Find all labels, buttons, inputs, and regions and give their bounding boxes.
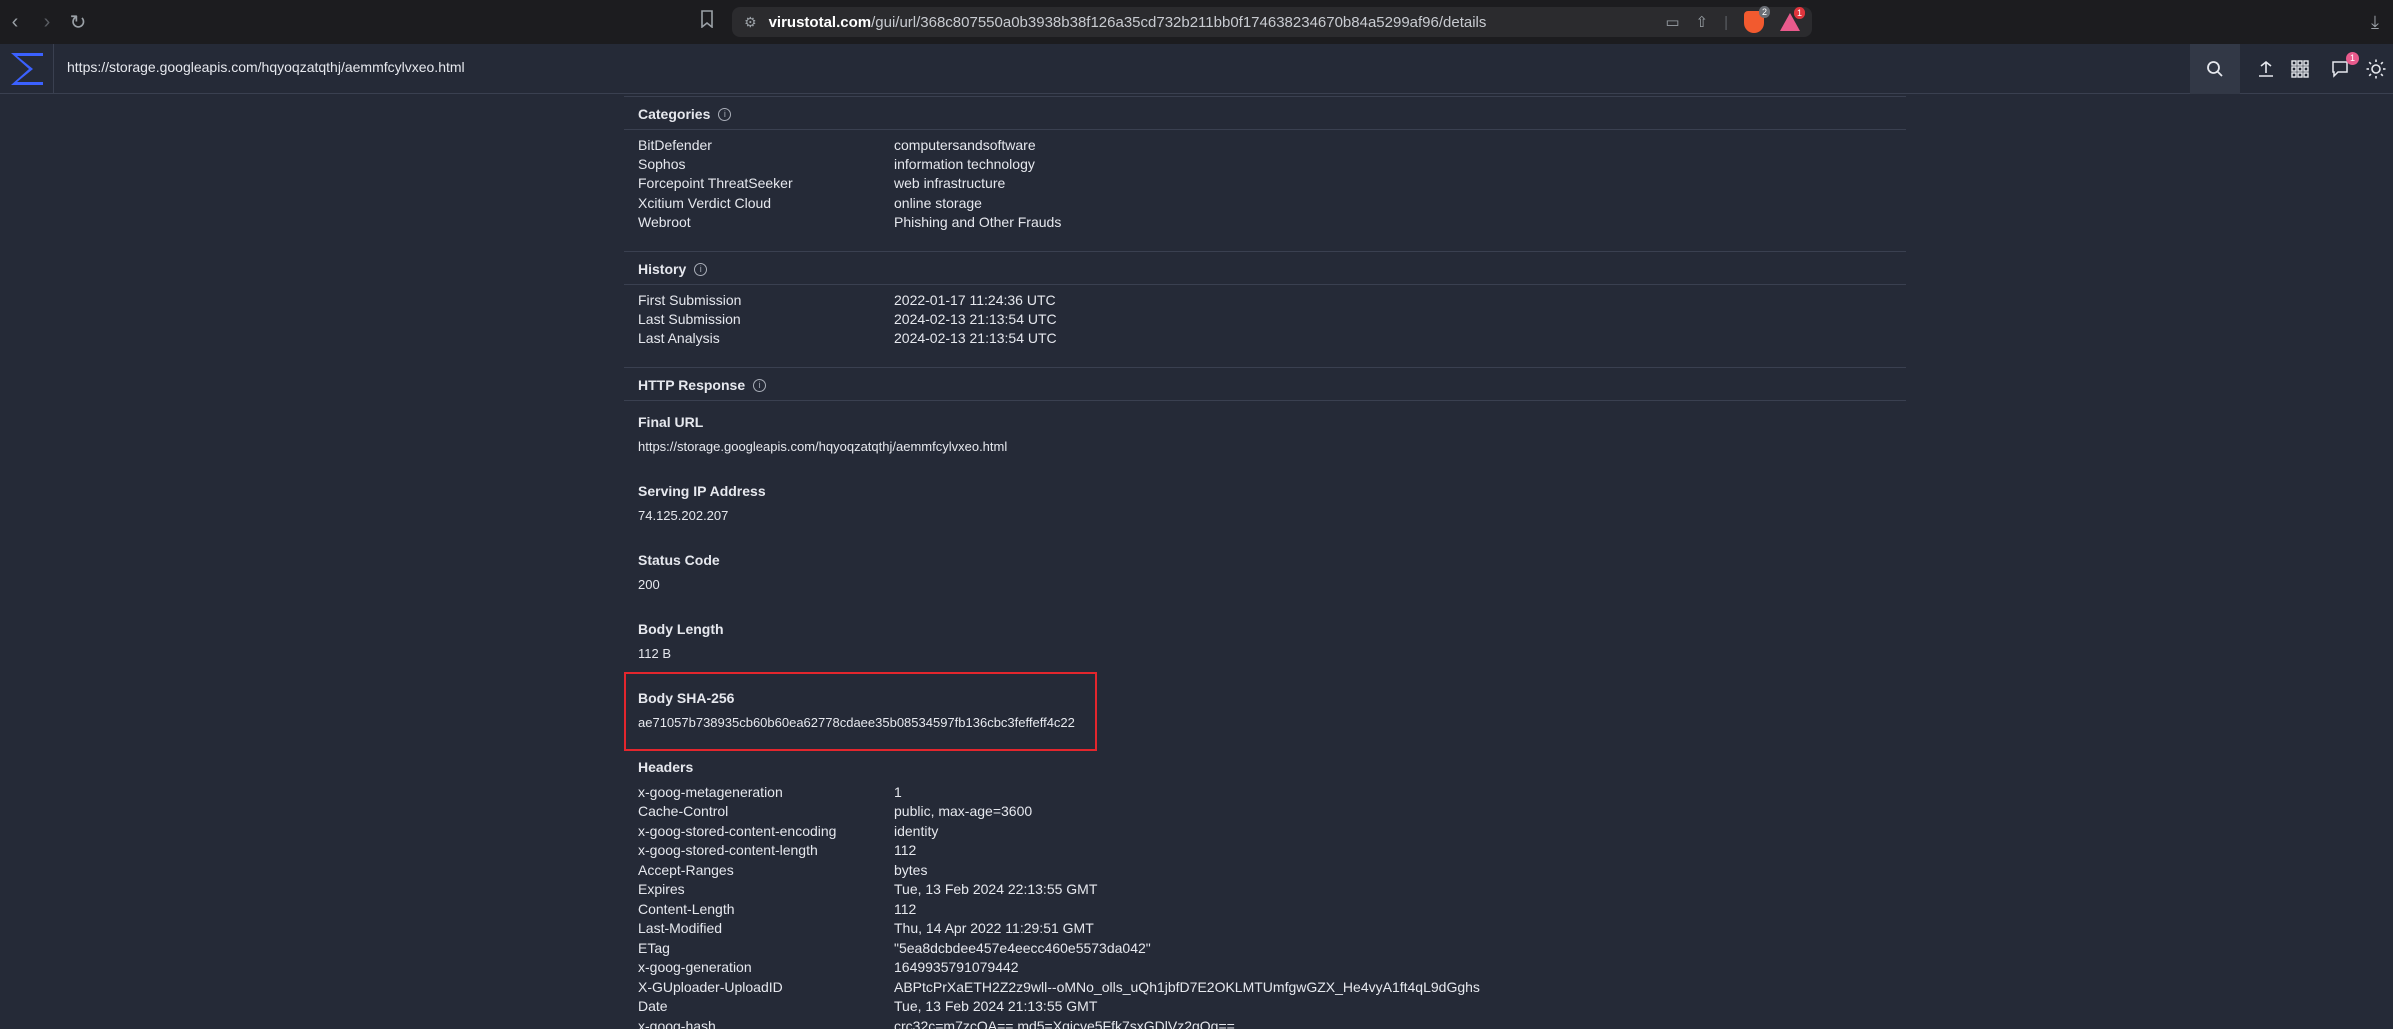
body-sha256-value[interactable]: ae71057b738935cb60b60ea62778cdaee35b0853… [638,715,1075,730]
address-url: virustotal.com/gui/url/368c807550a0b3938… [769,14,1487,31]
share-icon[interactable]: ⇧ [1696,13,1709,31]
header-value: ABPtcPrXaETH2Z2z9wll--oMNo_olls_uQh1jbfD… [894,979,1480,995]
notifications-count: 1 [2345,52,2359,65]
history-label: Last Submission [638,311,741,327]
serving-ip-value[interactable]: 74.125.202.207 [638,508,728,523]
http-response-title: HTTP Response i [638,377,767,393]
divider [624,96,1906,97]
header-value: crc32c=m7zcOA==,md5=Xqjcve5Ffk7sxGDlVz2g… [894,1018,1235,1029]
category-engine: Webroot [638,214,691,230]
header-value: "5ea8dcbdee457e4eecc460e5573da042" [894,940,1151,956]
theme-toggle-icon[interactable] [2363,56,2389,82]
history-value: 2022-01-17 11:24:36 UTC [894,292,1056,308]
header-value: 1 [894,784,902,800]
divider [624,129,1906,130]
info-icon[interactable]: i [718,107,732,121]
header-value: Tue, 13 Feb 2024 22:13:55 GMT [894,881,1098,897]
category-value: Phishing and Other Frauds [894,214,1062,230]
divider [624,251,1906,252]
shield-count: 2 [1758,6,1770,18]
url-host: virustotal.com [768,13,872,31]
apps-grid-icon[interactable] [2287,56,2313,82]
info-icon[interactable]: i [694,262,708,276]
forward-icon[interactable]: › [32,7,62,37]
highlight-box [624,672,1097,751]
final-url-value: https://storage.googleapis.com/hqyoqzatq… [638,439,1008,454]
header-key: Accept-Ranges [638,862,734,878]
category-engine: Sophos [638,156,686,172]
header-key: ETag [638,940,670,956]
address-bar[interactable]: ⚙ virustotal.com/gui/url/368c807550a0b39… [732,6,1812,37]
status-code-value: 200 [638,577,660,592]
categories-title-text: Categories [638,106,711,122]
category-value: online storage [894,195,982,211]
header-key: x-goog-hash [638,1018,716,1029]
brave-shield-icon[interactable]: 2 [1744,6,1770,33]
details-content: Categories i BitDefender computersandsof… [624,94,1906,1029]
header-key: Last-Modified [638,920,723,936]
app-header: https://storage.googleapis.com/hqyoqzatq… [0,44,2393,94]
category-engine: Forcepoint ThreatSeeker [638,175,793,191]
rewards-count: 1 [1794,7,1806,19]
virustotal-logo[interactable] [0,44,54,94]
brave-rewards-icon[interactable]: 1 [1780,7,1806,31]
headers-label: Headers [638,759,694,775]
header-key: x-goog-stored-content-encoding [638,823,837,839]
history-value: 2024-02-13 21:13:54 UTC [894,330,1057,346]
header-key: Expires [638,881,685,897]
divider [624,367,1906,368]
history-title-text: History [638,261,687,277]
bookmark-icon[interactable] [700,10,720,34]
header-key: x-goog-stored-content-length [638,842,818,858]
final-url-label: Final URL [638,414,704,430]
info-icon[interactable]: i [753,378,767,392]
header-key: X-GUploader-UploadID [638,979,783,995]
separator: | [1724,13,1728,31]
body-sha256-label: Body SHA-256 [638,690,735,706]
history-value: 2024-02-13 21:13:54 UTC [894,311,1057,327]
divider [624,400,1906,401]
history-label: Last Analysis [638,330,720,346]
body-length-label: Body Length [638,621,724,637]
header-value: Thu, 14 Apr 2022 11:29:51 GMT [894,920,1094,936]
header-value: public, max-age=3600 [894,803,1033,819]
history-title: History i [638,261,708,277]
back-icon[interactable]: ‹ [0,7,30,37]
url-path: /gui/url/368c807550a0b3938b38f126a35cd73… [871,13,1487,31]
category-value: computersandsoftware [894,137,1036,153]
divider [624,284,1906,285]
header-value: 1649935791079442 [894,959,1019,975]
header-value: 112 [894,901,917,917]
reload-icon[interactable]: ↻ [63,7,93,37]
category-engine: Xcitium Verdict Cloud [638,195,772,211]
header-key: x-goog-metageneration [638,784,783,800]
history-label: First Submission [638,292,742,308]
http-response-title-text: HTTP Response [638,377,746,393]
download-icon[interactable]: ⤓ [2371,12,2379,33]
header-value: identity [894,823,939,839]
header-value: 112 [894,842,917,858]
categories-title: Categories i [638,106,732,122]
header-key: Date [638,998,668,1014]
header-value: Tue, 13 Feb 2024 21:13:55 GMT [894,998,1098,1014]
header-value: bytes [894,862,928,878]
site-settings-icon[interactable]: ⚙ [744,14,757,31]
header-key: Content-Length [638,901,735,917]
search-input[interactable]: https://storage.googleapis.com/hqyoqzatq… [67,59,465,75]
category-value: information technology [894,156,1035,172]
header-key: Cache-Control [638,803,729,819]
upload-icon[interactable] [2253,56,2279,82]
status-code-label: Status Code [638,552,720,568]
category-engine: BitDefender [638,137,712,153]
search-icon[interactable] [2190,44,2240,94]
cast-icon[interactable]: ▭ [1665,13,1679,31]
body-length-value: 112 B [638,646,672,661]
header-key: x-goog-generation [638,959,752,975]
category-value: web infrastructure [894,175,1006,191]
serving-ip-label: Serving IP Address [638,483,766,499]
browser-toolbar: ‹ › ↻ ⚙ virustotal.com/gui/url/368c80755… [0,0,2393,44]
notifications-icon[interactable]: 1 [2327,52,2359,82]
